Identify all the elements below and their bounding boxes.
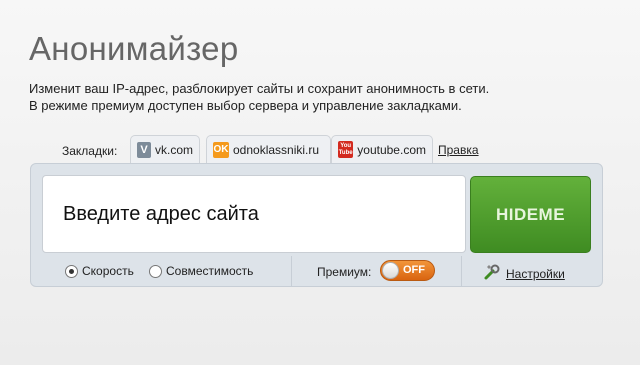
page-title: Анонимайзер [29, 30, 239, 67]
toggle-knob [382, 262, 399, 279]
wrench-icon [483, 263, 501, 284]
radio-speed-label: Скорость [82, 264, 134, 278]
bookmarks-label: Закладки: [62, 144, 118, 158]
bookmarks-bar: Закладки: V vk.com OK odnoklassniki.ru Y… [28, 135, 598, 163]
premium-label: Премиум: [317, 265, 372, 279]
description-line-2: В режиме премиум доступен выбор сервера … [29, 98, 462, 113]
options-divider [461, 256, 462, 287]
options-divider [291, 256, 292, 287]
bookmark-label: vk.com [154, 142, 193, 157]
options-bar: Скорость Совместимость Премиум: OFF Наст… [31, 256, 602, 287]
premium-toggle[interactable]: OFF [380, 260, 435, 281]
description-line-1: Изменит ваш IP-адрес, разблокирует сайты… [29, 81, 490, 96]
settings-link[interactable]: Настройки [483, 263, 565, 284]
radio-speed-indicator [65, 264, 78, 278]
radio-compatibility[interactable]: Совместимость [149, 264, 253, 278]
vk-icon: V [137, 141, 151, 158]
toggle-state: OFF [403, 264, 425, 276]
bookmark-label: youtube.com [357, 142, 426, 157]
bookmark-tab-youtube[interactable]: You Tube youtube.com [331, 135, 433, 163]
radio-speed[interactable]: Скорость [65, 264, 134, 278]
hideme-button[interactable]: HIDEME [470, 176, 591, 253]
odnoklassniki-icon: OK [213, 141, 229, 158]
bookmark-label: odnoklassniki.ru [233, 142, 320, 157]
radio-compatibility-indicator [149, 264, 162, 278]
edit-bookmarks-link[interactable]: Правка [438, 143, 479, 157]
description: Изменит ваш IP-адрес, разблокирует сайты… [29, 80, 489, 114]
settings-label: Настройки [506, 266, 565, 281]
anonymizer-panel: Введите адрес сайта HIDEME Скорость Совм… [30, 163, 603, 287]
youtube-icon: You Tube [338, 141, 354, 158]
bookmark-tab-odnoklassniki[interactable]: OK odnoklassniki.ru [206, 135, 331, 163]
bookmark-tab-vk[interactable]: V vk.com [130, 135, 200, 163]
url-input[interactable]: Введите адрес сайта [42, 175, 466, 253]
radio-compatibility-label: Совместимость [166, 264, 254, 278]
